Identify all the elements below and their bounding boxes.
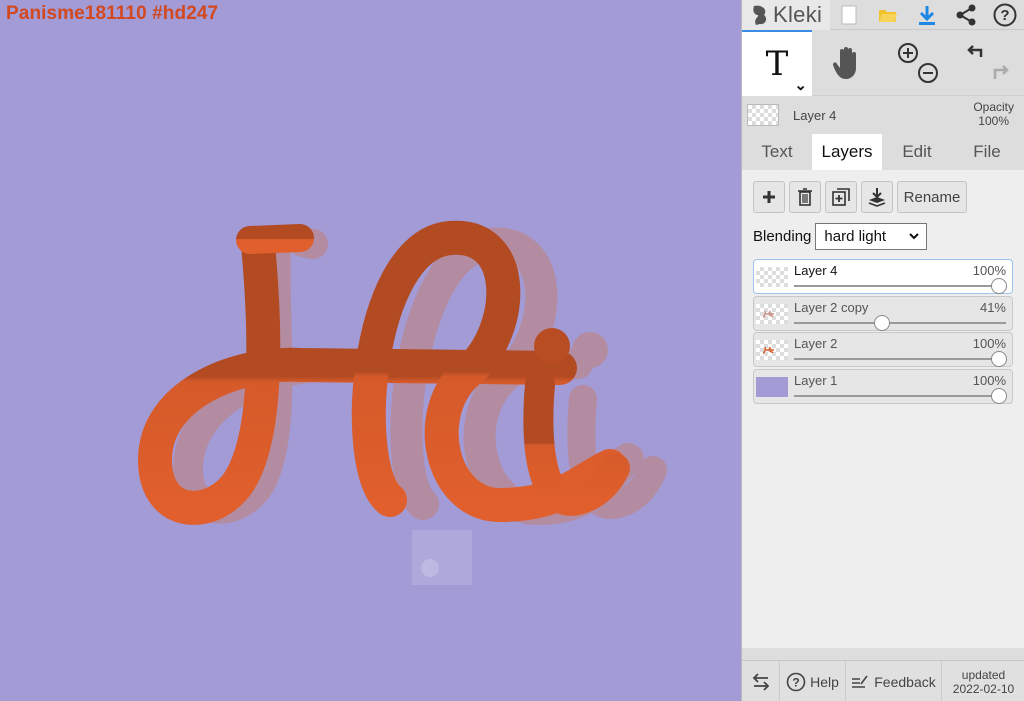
- feedback-button[interactable]: Feedback: [846, 661, 942, 701]
- updated-info[interactable]: updated 2022-02-10: [942, 661, 1024, 701]
- share-icon: [956, 4, 976, 25]
- layer-opacity: 41%: [979, 299, 1006, 315]
- layer-thumbnail: [756, 267, 788, 287]
- drawing-canvas[interactable]: Panisme181110 #hd247: [0, 0, 741, 701]
- layers-panel: Rename Blending hard light Layer 4 100%: [742, 170, 1024, 648]
- footer-bar: ? Help Feedback updated 2022-02-10: [742, 660, 1024, 701]
- swap-side-button[interactable]: [742, 661, 780, 701]
- delete-layer-button[interactable]: [789, 181, 821, 213]
- layer-item[interactable]: Layer 4 100%: [753, 259, 1013, 294]
- open-folder-icon: [878, 9, 897, 22]
- sidebar: Kleki ? T ⌄ Layer 4 Opacity 100% Text La…: [741, 0, 1024, 701]
- layer-item[interactable]: Layer 2 100%: [753, 332, 1013, 367]
- updated-label: updated: [961, 667, 1006, 682]
- updated-date: 2022-02-10: [952, 681, 1015, 696]
- help-button[interactable]: ?: [985, 0, 1024, 30]
- layer-actions: Rename: [753, 181, 1013, 213]
- opacity-label: Opacity: [973, 100, 1014, 114]
- current-layer-name: Layer 4: [793, 107, 837, 123]
- zoom-in-out-icon[interactable]: [896, 41, 940, 85]
- current-layer-row: Layer 4 Opacity 100%: [742, 96, 1024, 134]
- layer-thumbnail-art: [762, 346, 774, 354]
- opacity-slider-track[interactable]: [794, 358, 1006, 360]
- layer-name: Layer 4: [794, 263, 838, 278]
- svg-text:?: ?: [1000, 7, 1009, 24]
- layer-opacity: 100%: [972, 263, 1006, 278]
- layer-name: Layer 1: [794, 372, 838, 388]
- kleki-logo[interactable]: Kleki: [742, 0, 830, 30]
- new-file-icon: [841, 5, 857, 24]
- plus-icon: [763, 191, 775, 203]
- layer-thumbnail: [756, 303, 788, 324]
- share-button[interactable]: [946, 0, 985, 30]
- opacity-display[interactable]: Opacity 100%: [973, 100, 1014, 128]
- hand-tool-button[interactable]: [812, 30, 882, 96]
- opacity-slider-track[interactable]: [794, 321, 1006, 324]
- opacity-slider-track[interactable]: [794, 394, 1006, 397]
- undo-redo-controls: [953, 30, 1023, 96]
- layer-opacity: 100%: [972, 372, 1006, 388]
- tab-edit[interactable]: Edit: [882, 134, 952, 170]
- download-button[interactable]: [907, 0, 946, 30]
- new-file-button[interactable]: [830, 0, 869, 30]
- help-label: Help: [810, 673, 839, 690]
- text-tool-button[interactable]: T ⌄: [742, 30, 812, 96]
- svg-text:?: ?: [792, 675, 799, 689]
- layer-name: Layer 2 copy: [794, 299, 869, 315]
- blending-row: Blending hard light: [753, 223, 1013, 250]
- current-layer-thumbnail: [747, 104, 779, 126]
- duplicate-layer-button[interactable]: [825, 181, 857, 213]
- ghost-marks: [412, 530, 472, 585]
- tab-file[interactable]: File: [952, 134, 1022, 170]
- blending-value: hard light: [824, 228, 887, 245]
- add-layer-button[interactable]: [753, 181, 785, 213]
- chevron-down-icon: [909, 233, 920, 240]
- top-bar: Kleki ?: [742, 0, 1024, 30]
- layer-item[interactable]: Layer 2 copy 41%: [753, 295, 1013, 331]
- canvas-title-text: Panisme181110 #hd247: [6, 3, 219, 24]
- layer-opacity: 100%: [972, 336, 1006, 351]
- opacity-slider-track[interactable]: [794, 285, 1006, 287]
- opacity-slider-knob[interactable]: [991, 278, 1007, 294]
- trash-icon: [798, 188, 812, 206]
- tab-text[interactable]: Text: [742, 134, 812, 170]
- help-icon: ?: [786, 672, 806, 691]
- layer-thumbnail: [756, 376, 788, 397]
- blending-label: Blending: [753, 228, 812, 245]
- open-folder-button[interactable]: [869, 0, 908, 30]
- opacity-slider-knob[interactable]: [874, 314, 890, 331]
- layer-item[interactable]: Layer 1 100%: [753, 368, 1013, 404]
- text-tool-icon: T: [765, 44, 789, 84]
- swap-arrows-icon: [752, 672, 769, 691]
- duplicate-icon: [832, 188, 850, 206]
- tab-layers[interactable]: Layers: [812, 134, 882, 170]
- help-footer-button[interactable]: ? Help: [780, 661, 846, 701]
- opacity-slider-knob[interactable]: [991, 351, 1007, 367]
- zoom-controls: [882, 30, 953, 96]
- chevron-down-icon[interactable]: ⌄: [794, 76, 807, 94]
- merge-down-button[interactable]: [861, 181, 893, 213]
- help-icon: ?: [993, 3, 1017, 26]
- opacity-slider-knob[interactable]: [991, 387, 1007, 404]
- feedback-label: Feedback: [874, 673, 936, 690]
- download-icon: [918, 5, 935, 25]
- app-name: Kleki: [773, 1, 823, 27]
- hi-lettering-artwork: [138, 220, 667, 585]
- blending-select[interactable]: hard light: [815, 223, 928, 250]
- layer-thumbnail-art: [762, 310, 774, 318]
- merge-down-icon: [868, 188, 886, 207]
- undo-redo-icon[interactable]: [963, 41, 1013, 85]
- hand-icon: [832, 47, 856, 79]
- opacity-value: 100%: [978, 114, 1009, 128]
- feedback-icon: [852, 675, 868, 688]
- kleki-logo-icon: [753, 5, 767, 25]
- layer-name: Layer 2: [794, 336, 838, 351]
- layer-list: Layer 4 100% Layer 2 copy 41% Layer 2 10…: [753, 259, 1013, 404]
- rename-button[interactable]: Rename: [897, 181, 967, 213]
- layer-thumbnail: [756, 340, 788, 360]
- tool-row: T ⌄: [742, 30, 1024, 96]
- panel-tabs: Text Layers Edit File: [742, 134, 1024, 170]
